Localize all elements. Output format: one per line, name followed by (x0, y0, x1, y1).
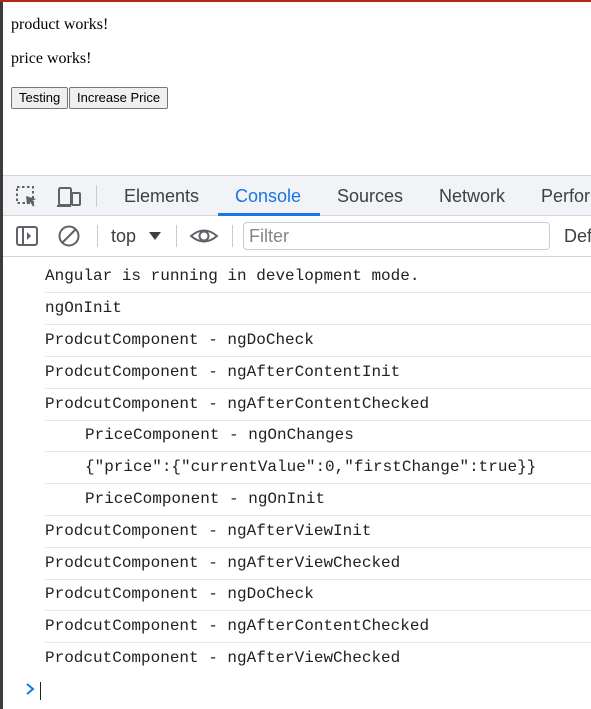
context-selector[interactable]: top (111, 216, 136, 256)
prompt-chevron-icon (23, 682, 37, 696)
toolbar-divider (97, 225, 98, 247)
console-message: PriceComponent - ngOnInit (45, 484, 591, 516)
toolbar-divider (176, 225, 177, 247)
inspect-icon[interactable] (15, 185, 39, 209)
tab-elements[interactable]: Elements (124, 176, 199, 216)
tab-console[interactable]: Console (235, 176, 301, 216)
app-page: product works! price works! Testing Incr… (3, 2, 591, 175)
console-output: Angular is running in development mode. … (3, 257, 591, 709)
chevron-down-icon[interactable] (147, 229, 163, 243)
console-message: {"price":{"currentValue":0,"firstChange"… (45, 452, 591, 484)
toolbar-divider (96, 185, 97, 207)
eye-icon[interactable] (189, 224, 219, 248)
console-message: ProdcutComponent - ngAfterViewInit (45, 516, 591, 548)
console-message: ProdcutComponent - ngAfterContentChecked (45, 611, 591, 643)
sidebar-toggle-icon[interactable] (15, 224, 39, 248)
console-message: ProdcutComponent - ngAfterViewChecked (45, 649, 401, 667)
console-message: ProdcutComponent - ngDoCheck (45, 579, 591, 611)
devtools-tabbar: Elements Console Sources Network Perfor (3, 175, 591, 216)
devtools-panel: Elements Console Sources Network Perfor … (3, 175, 591, 709)
product-text: product works! (11, 16, 109, 33)
console-message: ngOnInit (45, 293, 591, 325)
tab-sources[interactable]: Sources (337, 176, 403, 216)
toolbar-divider (232, 225, 233, 247)
device-toggle-icon[interactable] (56, 185, 82, 209)
console-message: Angular is running in development mode. (45, 261, 591, 293)
console-toolbar: top Filter Def (3, 216, 591, 257)
price-text: price works! (11, 50, 92, 67)
log-levels-dropdown[interactable]: Def (564, 216, 591, 256)
console-message: ProdcutComponent - ngAfterContentInit (45, 357, 591, 389)
console-message: ProdcutComponent - ngAfterViewChecked (45, 548, 591, 580)
increase-price-button[interactable]: Increase Price (69, 87, 169, 109)
clear-console-icon[interactable] (57, 224, 81, 248)
console-message: ProdcutComponent - ngAfterContentChecked (45, 389, 591, 421)
console-prompt-input[interactable] (40, 682, 41, 700)
console-message: PriceComponent - ngOnChanges (45, 420, 591, 452)
filter-input[interactable]: Filter (243, 222, 550, 250)
testing-button[interactable]: Testing (11, 87, 69, 109)
tab-performance[interactable]: Perfor (541, 176, 590, 216)
tab-network[interactable]: Network (439, 176, 505, 216)
console-message: ProdcutComponent - ngDoCheck (45, 325, 591, 357)
